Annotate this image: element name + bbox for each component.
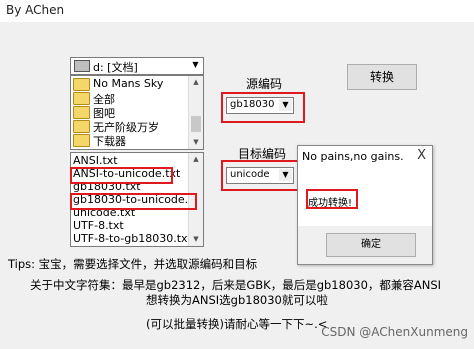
drive-select[interactable]: d: [文档] ▼ — [70, 57, 204, 75]
folder-item[interactable]: 无产阶级万岁 — [73, 119, 185, 134]
dialog-message: 成功转换! — [308, 198, 353, 209]
folder-list[interactable]: No Mans Sky 全部 图吧 无产阶级万岁 下载器 ▲ ▼ — [70, 75, 204, 150]
drive-label: d: [文档] — [93, 61, 138, 74]
title-bar: By AChen — [0, 0, 474, 22]
folder-scrollbar[interactable]: ▲ ▼ — [188, 76, 203, 149]
chevron-down-icon[interactable]: ▼ — [279, 99, 292, 111]
convert-button[interactable]: 转换 — [347, 64, 417, 90]
folder-item[interactable]: 下载器 — [73, 133, 185, 148]
close-icon[interactable]: X — [417, 148, 426, 163]
folder-item[interactable]: No Mans Sky — [73, 77, 185, 91]
ok-button[interactable]: 确定 — [326, 233, 416, 257]
window-title: By AChen — [6, 3, 65, 17]
target-encoding-value: unicode — [230, 169, 270, 180]
file-scrollbar[interactable]: ▲ ▼ — [188, 153, 203, 246]
file-item[interactable]: ANSI-to-unicode.txt — [73, 167, 180, 180]
folder-icon — [73, 134, 90, 147]
source-encoding-select[interactable]: gb18030 ▼ — [226, 97, 294, 114]
drive-icon — [74, 60, 90, 72]
chevron-down-icon[interactable]: ▼ — [189, 59, 202, 71]
scroll-down-icon[interactable]: ▼ — [189, 136, 203, 149]
folder-icon — [73, 78, 90, 91]
file-item[interactable]: UTF-8-to-gb18030.txt — [73, 232, 192, 245]
file-item[interactable]: unicode.txt — [73, 206, 135, 219]
batch-info-text: (可以批量转换)请耐心等一下下~.< — [146, 317, 328, 331]
target-encoding-select[interactable]: unicode ▼ — [226, 167, 294, 184]
file-item[interactable]: gb18030-to-unicode.txt — [73, 193, 203, 206]
folder-icon — [73, 106, 90, 119]
source-encoding-value: gb18030 — [230, 99, 275, 110]
file-list[interactable]: ANSI.txt ANSI-to-unicode.txt gb18030.txt… — [70, 152, 204, 247]
charset-info-text: 关于中文字符集：最早是gb2312，后来是GBK，最后是gb18030，都兼容A… — [30, 278, 442, 292]
folder-label: No Mans Sky — [93, 77, 164, 90]
file-item[interactable]: ANSI.txt — [73, 154, 118, 167]
source-encoding-label: 源编码 — [246, 77, 283, 91]
message-dialog: No pains,no gains. X 成功转换! 确定 — [297, 145, 433, 265]
scroll-thumb[interactable] — [191, 116, 201, 132]
file-item[interactable]: UTF-8.txt — [73, 219, 124, 232]
dialog-footer: 确定 — [298, 226, 432, 264]
charset-info-text-2: 想转换为ANSI选gb18030就可以啦 — [146, 293, 328, 307]
target-encoding-label: 目标编码 — [238, 147, 287, 161]
folder-label: 下载器 — [93, 135, 126, 148]
tips-text: Tips: 宝宝，需要选择文件，并选取源编码和目标 — [8, 257, 258, 271]
chevron-down-icon[interactable]: ▼ — [279, 169, 292, 181]
folder-icon — [73, 92, 90, 105]
scroll-down-icon[interactable]: ▼ — [189, 233, 203, 246]
watermark: CSDN @AChenXunmeng — [321, 325, 468, 339]
folder-icon — [73, 120, 90, 133]
scroll-up-icon[interactable]: ▲ — [189, 153, 203, 166]
file-item[interactable]: gb18030.txt — [73, 180, 141, 193]
dialog-title: No pains,no gains. — [302, 150, 404, 163]
folder-item[interactable]: 图吧 — [73, 105, 185, 120]
scroll-up-icon[interactable]: ▲ — [189, 76, 203, 89]
folder-item[interactable]: 全部 — [73, 91, 185, 106]
